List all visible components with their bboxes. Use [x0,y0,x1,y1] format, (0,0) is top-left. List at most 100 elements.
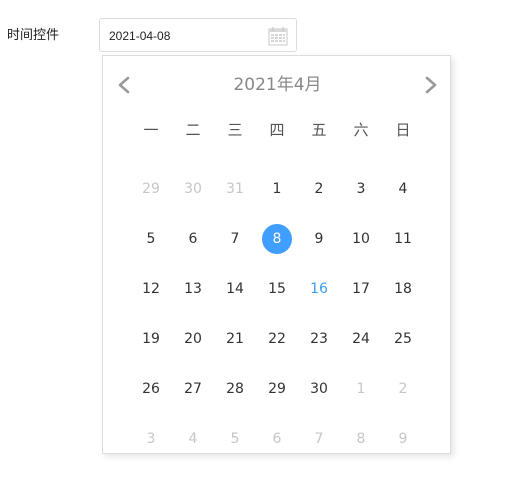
day-cell[interactable]: 6 [172,224,214,254]
day-number: 7 [314,431,324,447]
day-number: 14 [226,281,244,297]
day-number: 6 [272,431,282,447]
weekday-label: 六 [353,120,369,139]
day-cell-other-month[interactable]: 6 [256,424,298,454]
day-number: 22 [268,331,286,347]
day-cell[interactable]: 26 [130,374,172,404]
day-cell-other-month[interactable]: 8 [340,424,382,454]
day-number: 31 [226,181,244,197]
day-number: 27 [184,381,202,397]
day-cell-other-month[interactable]: 9 [382,424,424,454]
calendar-week-row: 12 13 14 15 16 17 18 [130,264,424,314]
date-input[interactable]: 2021-04-08 [99,18,297,52]
day-number: 3 [146,431,156,447]
day-cell[interactable]: 1 [256,174,298,204]
day-cell-other-month[interactable]: 7 [298,424,340,454]
day-cell[interactable]: 10 [340,224,382,254]
day-number: 17 [352,281,370,297]
day-number: 30 [310,381,328,397]
day-cell[interactable]: 23 [298,324,340,354]
day-cell[interactable]: 15 [256,274,298,304]
day-cell[interactable]: 30 [298,374,340,404]
day-number: 25 [394,331,412,347]
day-cell[interactable]: 18 [382,274,424,304]
day-number: 2 [398,381,408,397]
day-cell[interactable]: 21 [214,324,256,354]
day-number: 15 [268,281,286,297]
day-number: 13 [184,281,202,297]
day-number: 5 [146,231,156,247]
day-cell[interactable]: 17 [340,274,382,304]
day-cell[interactable]: 4 [382,174,424,204]
date-input-value: 2021-04-08 [109,29,171,43]
day-number: 6 [188,231,198,247]
day-cell-other-month[interactable]: 5 [214,424,256,454]
weekday-label: 四 [269,120,285,139]
calendar-icon[interactable] [267,26,289,46]
weekday-label: 五 [311,120,327,139]
day-cell-today[interactable]: 16 [298,274,340,304]
day-number: 10 [352,231,370,247]
day-cell-other-month[interactable]: 30 [172,174,214,204]
day-number: 1 [356,381,366,397]
day-cell[interactable]: 20 [172,324,214,354]
day-number: 20 [184,331,202,347]
calendar-week-row: 26 27 28 29 30 1 2 [130,364,424,414]
day-cell-other-month[interactable]: 3 [130,424,172,454]
day-cell[interactable]: 29 [256,374,298,404]
day-cell[interactable]: 28 [214,374,256,404]
weekday-label: 三 [227,120,243,139]
day-number: 26 [142,381,160,397]
day-number: 4 [398,181,408,197]
day-number: 24 [352,331,370,347]
day-number: 4 [188,431,198,447]
day-cell[interactable]: 24 [340,324,382,354]
chevron-right-icon[interactable] [419,74,441,96]
calendar-week-row: 3 4 5 6 7 8 9 [130,414,424,464]
day-cell[interactable]: 22 [256,324,298,354]
day-cell[interactable]: 11 [382,224,424,254]
calendar-week-row: 5 6 7 8 9 10 11 [130,214,424,264]
day-cell[interactable]: 9 [298,224,340,254]
day-cell[interactable]: 12 [130,274,172,304]
calendar-week-row: 19 20 21 22 23 24 25 [130,314,424,364]
day-number: 21 [226,331,244,347]
weekday-label: 一 [143,120,159,139]
day-number: 9 [314,231,324,247]
day-cell[interactable]: 5 [130,224,172,254]
day-cell[interactable]: 14 [214,274,256,304]
day-cell[interactable]: 2 [298,174,340,204]
day-cell-other-month[interactable]: 2 [382,374,424,404]
weekday-label: 二 [185,120,201,139]
day-number: 7 [230,231,240,247]
day-cell-other-month[interactable]: 4 [172,424,214,454]
day-cell-other-month[interactable]: 31 [214,174,256,204]
day-cell[interactable]: 27 [172,374,214,404]
day-number: 3 [356,181,366,197]
day-number: 5 [230,431,240,447]
day-cell-other-month[interactable]: 1 [340,374,382,404]
month-title: 2021年4月 [233,75,322,95]
day-number: 19 [142,331,160,347]
date-picker-popup: 2021年4月 一 二 三 四 五 六 日 29 30 31 1 2 3 4 5 6 7 8 9 10 1… [102,55,451,454]
weekday-label: 日 [395,120,411,139]
day-cell[interactable]: 25 [382,324,424,354]
day-number: 11 [394,231,412,247]
day-cell[interactable]: 7 [214,224,256,254]
day-cell-selected[interactable]: 8 [256,224,298,254]
day-number: 8 [262,224,292,254]
date-field-label: 时间控件 [7,28,60,43]
day-cell[interactable]: 3 [340,174,382,204]
calendar-week-row: 29 30 31 1 2 3 4 [130,164,424,214]
day-cell[interactable]: 13 [172,274,214,304]
day-number: 8 [356,431,366,447]
day-number: 23 [310,331,328,347]
weekday-header: 一 二 三 四 五 六 日 [130,114,424,144]
day-cell-other-month[interactable]: 29 [130,174,172,204]
day-number: 29 [268,381,286,397]
calendar-weeks: 29 30 31 1 2 3 4 5 6 7 8 9 10 11 12 13 14 15 16 17 18 19 20 21 2… [130,164,424,464]
day-number: 9 [398,431,408,447]
calendar-grid: 一 二 三 四 五 六 日 29 30 31 1 2 3 4 5 6 7 8 9 10 11 12 13 14 1… [130,114,424,464]
day-cell[interactable]: 19 [130,324,172,354]
day-number: 29 [142,181,160,197]
